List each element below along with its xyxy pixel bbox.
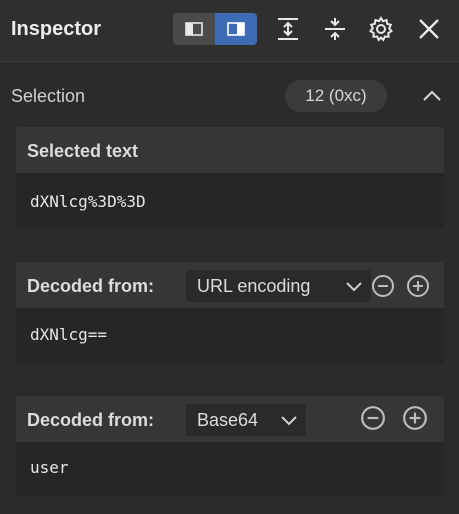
chevron-down-icon	[281, 416, 297, 426]
minus-circle-icon	[361, 406, 385, 430]
collapse-vertical-icon	[325, 18, 345, 40]
encoding-select-value: URL encoding	[197, 275, 311, 296]
layout-toggle	[173, 13, 257, 45]
selection-count-badge: 12 (0xc)	[285, 80, 387, 112]
decoder-panel-url: Decoded from: URL encoding dXNlcg==	[16, 262, 444, 363]
decoded-value[interactable]: dXNlcg==	[16, 308, 444, 363]
minus-circle-icon	[372, 275, 394, 297]
close-button[interactable]	[412, 12, 446, 46]
selected-text-header: Selected text	[16, 127, 444, 173]
chevron-down-icon	[346, 282, 362, 292]
close-icon	[419, 19, 439, 39]
layout-right-panel-button[interactable]	[215, 13, 257, 45]
decoder-header: Decoded from: URL encoding	[16, 262, 444, 308]
inspector-titlebar: Inspector	[0, 0, 459, 62]
layout-left-panel-icon	[185, 22, 203, 36]
add-decoder-button[interactable]	[405, 273, 431, 299]
add-decoder-button[interactable]	[402, 405, 428, 431]
decoder-header: Decoded from: Base64	[16, 396, 444, 442]
remove-decoder-button[interactable]	[360, 405, 386, 431]
decoder-label: Decoded from:	[27, 276, 155, 296]
decoder-label: Decoded from:	[27, 410, 155, 430]
selection-collapse-button[interactable]	[418, 82, 446, 110]
expand-all-button[interactable]	[271, 12, 305, 46]
selection-label: Selection	[11, 86, 86, 106]
encoding-select[interactable]: URL encoding	[186, 270, 371, 302]
selection-section-header[interactable]: Selection 12 (0xc)	[0, 72, 459, 120]
settings-button[interactable]	[364, 12, 398, 46]
layout-right-panel-icon	[227, 22, 245, 36]
plus-circle-icon	[403, 406, 427, 430]
layout-left-panel-button[interactable]	[173, 13, 215, 45]
chevron-up-icon	[423, 90, 441, 101]
selected-text-panel: Selected text dXNlcg%3D%3D	[16, 127, 444, 228]
expand-vertical-icon	[278, 18, 298, 40]
collapse-all-button[interactable]	[318, 12, 352, 46]
gear-icon	[369, 16, 393, 42]
decoded-value[interactable]: user	[16, 442, 444, 496]
remove-decoder-button[interactable]	[370, 273, 396, 299]
selected-text-title: Selected text	[27, 141, 139, 161]
plus-circle-icon	[407, 275, 429, 297]
inspector-title: Inspector	[11, 18, 102, 40]
selected-text-value[interactable]: dXNlcg%3D%3D	[16, 173, 444, 228]
decoder-panel-base64: Decoded from: Base64 user	[16, 396, 444, 496]
encoding-select[interactable]: Base64	[186, 404, 306, 436]
encoding-select-value: Base64	[197, 409, 259, 430]
